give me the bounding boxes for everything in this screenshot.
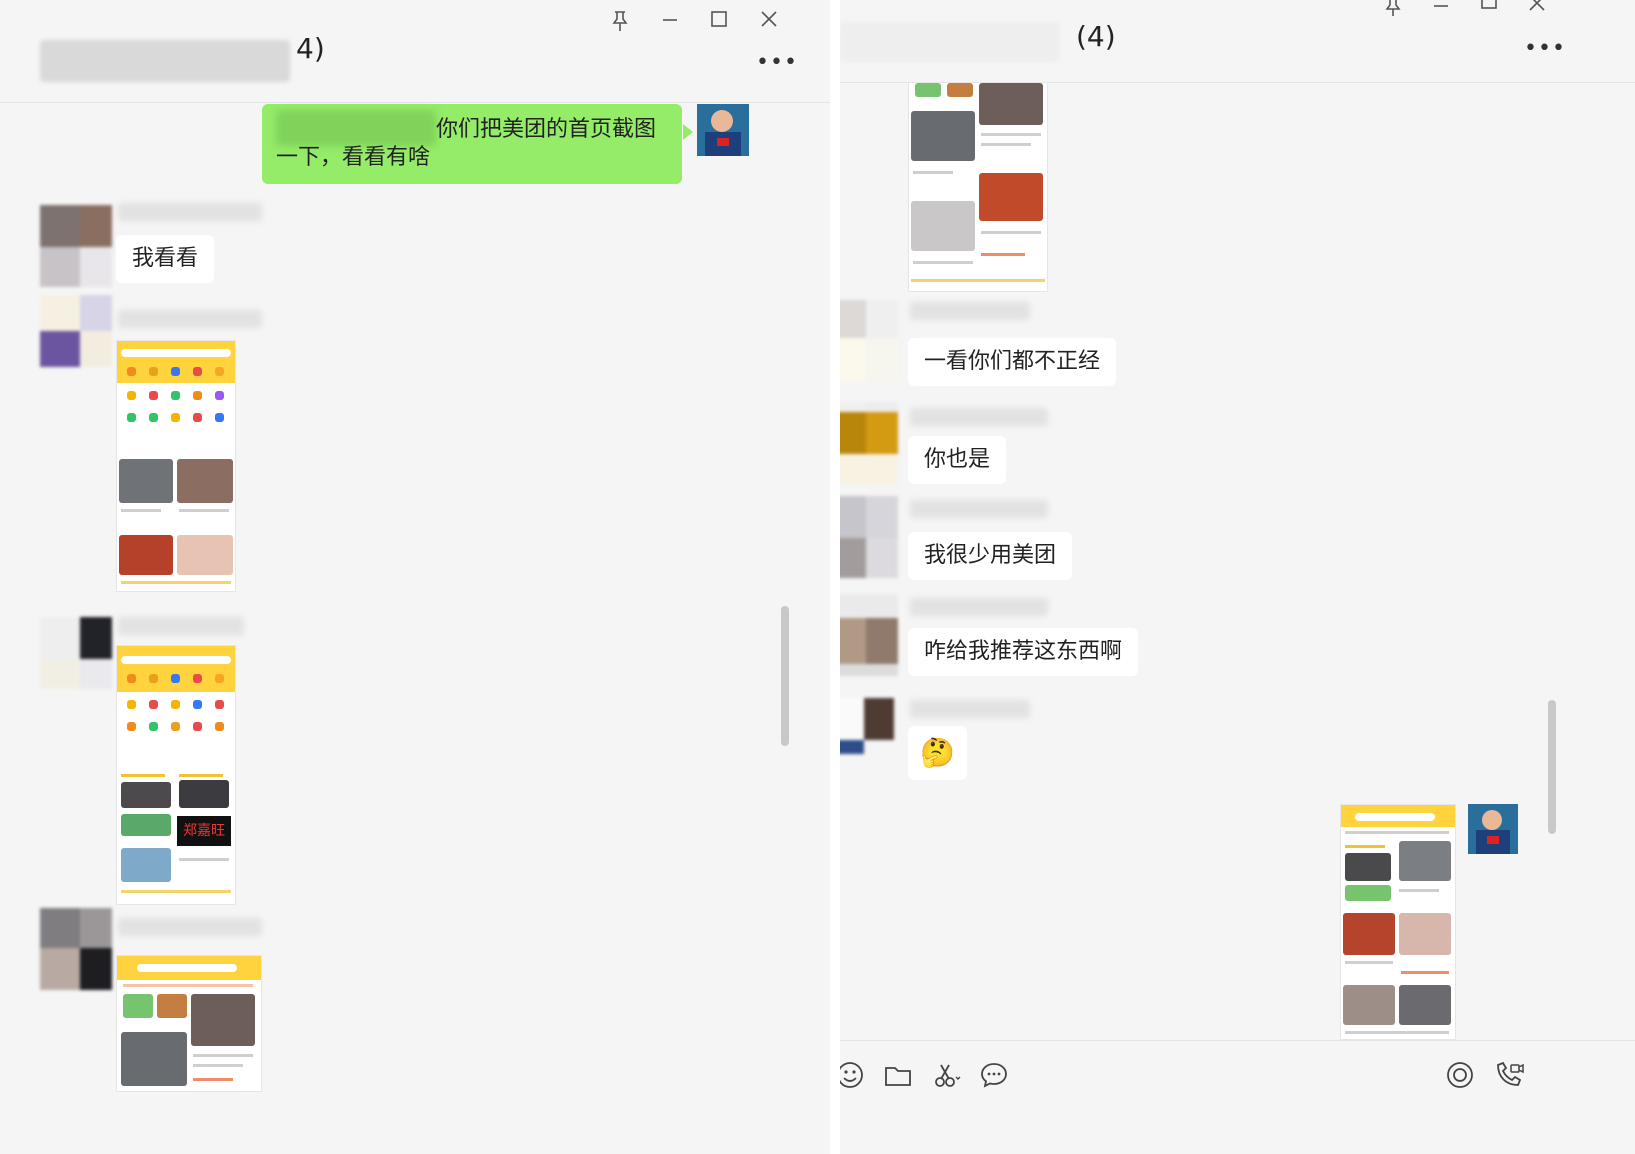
text-message-bubble[interactable]: 我看看 [116, 235, 215, 283]
member-avatar[interactable] [840, 402, 898, 484]
member-name-blurred [118, 918, 262, 936]
member-avatar[interactable] [40, 908, 112, 990]
group-name-blurred [840, 22, 1060, 62]
member-avatar[interactable] [40, 205, 112, 287]
my-message-bubble[interactable]: 你们把美团的首页截图一下，看看有啥 [262, 104, 682, 184]
folder-icon[interactable] [880, 1057, 916, 1093]
meituan-screenshot-image[interactable] [1340, 804, 1456, 1040]
emoji-message-bubble[interactable]: 🤔 [908, 726, 967, 780]
more-options-icon[interactable]: ••• [1524, 36, 1566, 61]
title-bar: 4) ••• [0, 0, 830, 103]
text-message-bubble[interactable]: 咋给我推荐这东西啊 [908, 628, 1139, 676]
member-name-blurred [910, 700, 1030, 718]
live-icon[interactable] [1442, 1057, 1478, 1093]
member-name-blurred [118, 310, 262, 328]
close-icon[interactable] [754, 8, 784, 38]
member-avatar[interactable] [840, 594, 898, 676]
scrollbar[interactable] [781, 606, 789, 746]
text-message-bubble[interactable]: 一看你们都不正经 [908, 338, 1117, 386]
chat-window-right: (4) ••• 一看你们都不正经 你也是 我很少用美团 咋给我推荐这东西啊 🤔 [840, 0, 1635, 1154]
chat-history-icon[interactable] [976, 1057, 1012, 1093]
my-avatar[interactable] [1468, 804, 1518, 854]
text-message-bubble[interactable]: 我很少用美团 [908, 532, 1073, 580]
scissors-icon[interactable] [928, 1057, 964, 1093]
shot-caption-text: 郑嘉旺 [177, 816, 231, 846]
maximize-icon[interactable] [1474, 0, 1504, 20]
call-icon[interactable] [1490, 1057, 1526, 1093]
member-avatar[interactable] [40, 295, 112, 377]
group-member-count: (4) [1076, 20, 1116, 53]
member-avatar[interactable] [840, 496, 898, 578]
member-avatar[interactable] [840, 698, 894, 780]
maximize-icon[interactable] [704, 8, 734, 38]
member-avatar[interactable] [840, 300, 898, 382]
group-name-blurred [40, 40, 290, 82]
emoji-icon[interactable] [840, 1057, 868, 1093]
scrollbar[interactable] [1548, 700, 1556, 834]
minimize-icon[interactable] [655, 8, 685, 38]
meituan-screenshot-image[interactable] [116, 340, 236, 592]
minimize-icon[interactable] [1426, 0, 1456, 24]
my-avatar[interactable] [697, 104, 749, 156]
chat-window-left: 4) ••• 你们把美团的首页截图一下，看看有啥 我看看 郑嘉旺 [0, 0, 830, 1154]
pin-icon[interactable] [1378, 0, 1408, 26]
member-name-blurred [910, 598, 1048, 616]
meituan-screenshot-image[interactable] [116, 955, 262, 1092]
member-name-blurred [910, 302, 1030, 320]
member-name-blurred [118, 203, 262, 221]
my-message-text: 你们把美团的首页截图一下，看看有啥 [276, 117, 657, 170]
meituan-screenshot-image[interactable]: 郑嘉旺 [116, 645, 236, 905]
member-name-blurred [910, 408, 1048, 426]
pin-icon[interactable] [605, 10, 635, 41]
title-bar: (4) ••• [840, 0, 1635, 83]
close-icon[interactable] [1522, 0, 1552, 22]
text-message-bubble[interactable]: 你也是 [908, 436, 1007, 484]
member-avatar[interactable] [40, 617, 112, 699]
member-name-blurred [910, 500, 1048, 518]
member-name-blurred [118, 617, 244, 635]
bubble-tail [683, 124, 693, 140]
more-options-icon[interactable]: ••• [756, 50, 798, 75]
group-member-count: 4) [296, 32, 325, 65]
meituan-screenshot-image[interactable] [908, 82, 1048, 292]
input-toolbar [840, 1040, 1635, 1154]
